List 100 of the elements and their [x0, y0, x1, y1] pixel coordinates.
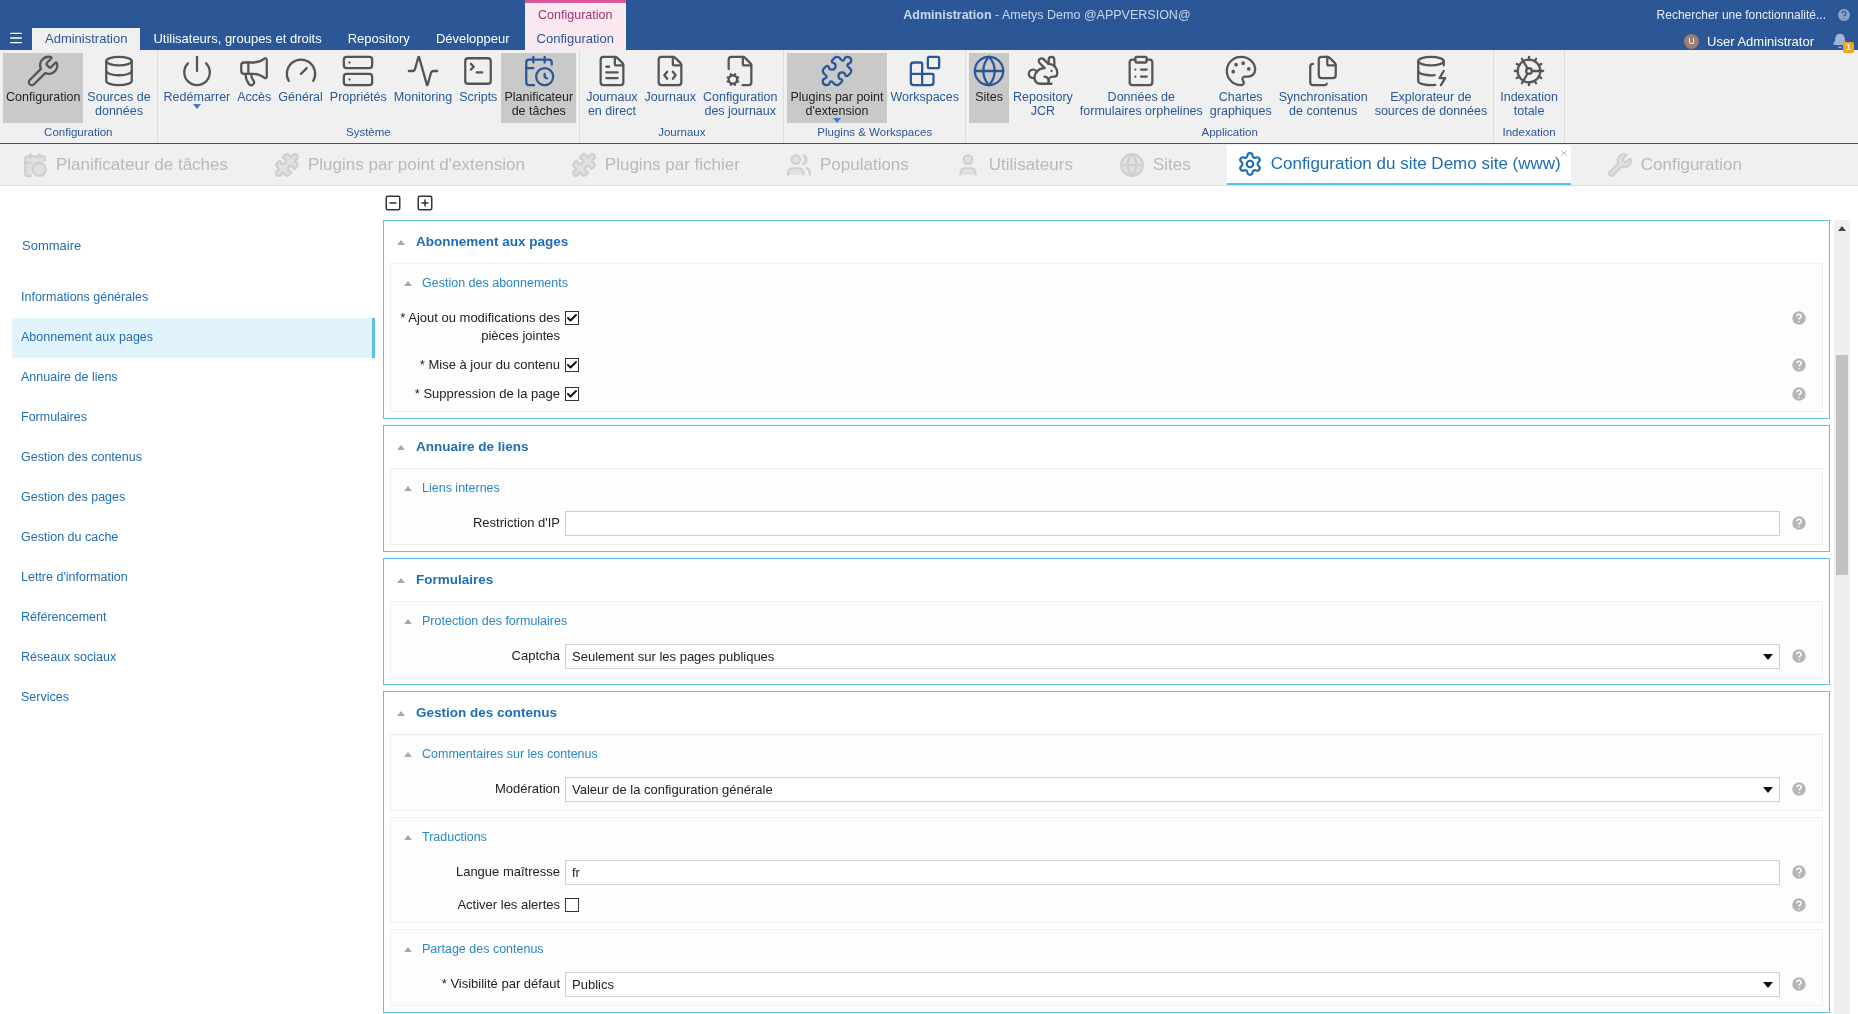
sidebar-item[interactable]: Lettre d'information — [12, 557, 375, 598]
ribbon-button[interactable]: Workspaces — [887, 53, 963, 123]
group-title: Traductions — [422, 828, 487, 846]
expand-all-icon[interactable] — [416, 194, 434, 212]
sidebar-item[interactable]: Annuaire de liens — [12, 357, 375, 398]
ribbon-button[interactable]: Plugins par point d'extension — [787, 53, 887, 123]
ribbon-group-label: Application — [1200, 124, 1259, 140]
caret-icon[interactable] — [1763, 981, 1773, 988]
collapse-icon[interactable] — [396, 443, 406, 451]
document-tab[interactable]: Configuration du site Demo site (www) — [1226, 145, 1571, 185]
ribbon-button[interactable]: Monitoring — [390, 53, 456, 123]
ribbon-button[interactable]: Journaux en direct — [583, 53, 641, 123]
input-field[interactable] — [565, 511, 1780, 536]
menu-tab[interactable]: Repository — [334, 28, 423, 50]
sidebar-item[interactable]: Gestion des pages — [12, 477, 375, 518]
scrollbar-thumb[interactable] — [1836, 355, 1848, 575]
ribbon-button[interactable]: Redémarrer — [160, 53, 234, 123]
group-title: Protection des formulaires — [422, 612, 568, 630]
globe-icon — [972, 54, 1007, 88]
field-label: Activer les alertes — [456, 896, 561, 914]
checkbox[interactable] — [565, 387, 579, 401]
dropdown-field[interactable]: Publics — [565, 972, 1780, 997]
ribbon-button[interactable]: Indexation totale — [1497, 53, 1561, 123]
group-title: Liens internes — [422, 479, 500, 497]
server-icon — [341, 54, 376, 88]
menu-tab[interactable]: Configuration — [536, 28, 614, 50]
sidebar-title: Sommaire — [21, 237, 83, 255]
ribbon-button[interactable]: Sources de données — [84, 53, 154, 123]
globe-icon — [1118, 152, 1145, 178]
section-title: Gestion des contenus — [416, 703, 558, 722]
sidebar-item[interactable]: Abonnement aux pages — [12, 317, 375, 358]
sidebar-item[interactable]: Gestion des contenus — [12, 437, 375, 478]
ribbon-button[interactable]: Planificateur de tâches — [501, 53, 577, 123]
field-label: * Mise à jour du contenu — [418, 356, 561, 374]
collapse-icon[interactable] — [403, 945, 413, 953]
help-icon[interactable] — [1836, 7, 1852, 23]
collapse-icon[interactable] — [396, 238, 406, 246]
ribbon-button[interactable]: Sites — [969, 53, 1010, 123]
ribbon-button[interactable]: Général — [275, 53, 326, 123]
scroll-up-icon[interactable] — [1838, 226, 1846, 231]
group-title: Partage des contenus — [422, 940, 544, 958]
pulse-icon — [406, 54, 440, 88]
section-title: Abonnement aux pages — [416, 232, 569, 251]
notification-badge: 1 — [1843, 41, 1854, 53]
ribbon-button[interactable]: Repository JCR — [1010, 53, 1076, 123]
window-title: Administration - Ametys Demo @APPVERSION@ — [903, 7, 1191, 24]
search-field[interactable]: Rechercher une fonctionnalité... — [1656, 6, 1826, 24]
sidebar-item[interactable]: Gestion du cache — [12, 517, 375, 558]
menu-tab[interactable]: Développeur — [422, 28, 523, 50]
field-label: Restriction d'IP — [472, 514, 561, 532]
dropdown-field[interactable]: Valeur de la configuration générale — [565, 777, 1780, 802]
collapse-icon[interactable] — [403, 617, 413, 625]
checkbox[interactable] — [565, 311, 579, 325]
collapse-icon[interactable] — [403, 833, 413, 841]
ribbon-button[interactable]: Configuration — [3, 53, 84, 123]
blocks-icon — [907, 54, 942, 88]
ribbon-button[interactable]: Configuration des journaux — [700, 53, 781, 123]
gear-icon — [1236, 151, 1263, 177]
collapse-icon[interactable] — [403, 484, 413, 492]
input-field[interactable]: fr — [565, 860, 1780, 885]
ribbon-button[interactable]: Accès — [234, 53, 275, 123]
collapse-icon[interactable] — [396, 709, 406, 717]
ribbon-group-label: Journaux — [657, 124, 707, 140]
user-name[interactable]: User Administrator — [1707, 32, 1814, 52]
ribbon-group-label: Configuration — [43, 124, 114, 140]
rabbit-icon — [1025, 54, 1060, 88]
collapse-icon[interactable] — [403, 750, 413, 758]
sidebar-item[interactable]: Formulaires — [12, 397, 375, 438]
sidebar-item[interactable]: Référencement — [12, 597, 375, 638]
group-title: Gestion des abonnements — [422, 274, 568, 292]
caret-icon[interactable] — [1763, 653, 1773, 660]
ribbon-button[interactable]: Synchronisation de contenus — [1275, 53, 1371, 123]
field-label: Captcha — [510, 647, 561, 665]
checkbox[interactable] — [565, 358, 579, 372]
sidebar-item[interactable]: Réseaux sociaux — [12, 637, 375, 678]
ribbon-button[interactable]: Explorateur de sources de données — [1371, 53, 1491, 123]
menu-tab[interactable]: Utilisateurs, groupes et droits — [140, 28, 335, 50]
ribbon-button[interactable]: Données de formulaires orphelines — [1076, 53, 1206, 123]
collapse-icon[interactable] — [396, 576, 406, 584]
field-label: Langue maîtresse — [454, 863, 561, 881]
ribbon-button[interactable]: Journaux — [641, 53, 700, 123]
ribbon-button[interactable]: Chartes graphiques — [1206, 53, 1275, 123]
dropdown-field[interactable]: Seulement sur les pages publiques — [565, 644, 1780, 669]
checkbox[interactable] — [565, 898, 579, 912]
ribbon-button[interactable]: Propriétés — [326, 53, 390, 123]
sidebar-item[interactable]: Services — [12, 677, 375, 718]
close-icon[interactable] — [1558, 148, 1569, 158]
scrollbar[interactable] — [1834, 220, 1850, 1014]
tools-icon — [26, 54, 61, 88]
section-title: Annuaire de liens — [416, 437, 529, 456]
sidebar-item[interactable]: Informations générales — [12, 277, 375, 318]
ribbon-button[interactable]: Scripts — [456, 53, 501, 123]
contextual-group-label: Configuration — [538, 7, 613, 24]
caret-icon[interactable] — [1763, 786, 1773, 793]
menu-tab[interactable]: Administration — [32, 28, 141, 50]
bell-icon[interactable] — [1832, 32, 1848, 49]
menu-icon[interactable] — [8, 30, 24, 46]
user-avatar[interactable]: U — [1684, 34, 1700, 50]
collapse-all-icon[interactable] — [384, 194, 402, 212]
collapse-icon[interactable] — [403, 279, 413, 287]
